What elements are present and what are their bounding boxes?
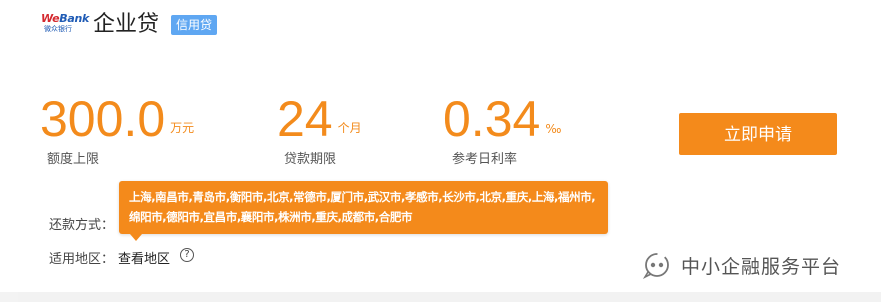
apply-now-button[interactable]: 立即申请 [679,113,837,155]
daily-rate-label: 参考日利率 [452,152,518,167]
product-card: WeBank 微众银行 企业贷 信用贷 300.0 万元 额度上限 24 个月 贷款… [0,0,881,292]
applicable-region-label: 适用地区： [49,252,115,267]
loan-term-unit: 个月 [337,121,362,135]
webank-logo: WeBank 微众银行 [41,12,89,37]
credit-limit-label: 额度上限 [47,152,100,167]
loan-term-label: 贷款期限 [284,152,337,167]
stat-credit-limit: 300.0 万元 额度上限 [40,92,194,167]
logo-brand-bank: Bank [59,12,90,25]
wechat-public-account-icon [642,253,669,279]
bottom-divider [18,292,881,302]
daily-rate-value: 0.34 [443,91,541,147]
watermark: 中小企融服务平台 [641,250,841,280]
regions-tooltip: 上海,南昌市,青岛市,衡阳市,北京,常德市,厦门市,武汉市,孝感市,长沙市,北京… [119,181,608,241]
question-icon[interactable]: ? [180,248,194,262]
watermark-text: 中小企融服务平台 [681,255,842,278]
credit-limit-value: 300.0 [40,91,166,147]
credit-limit-unit: 万元 [170,121,195,135]
stat-loan-term: 24 个月 贷款期限 [277,92,362,167]
logo-subtitle: 微众银行 [44,25,72,33]
regions-tooltip-text: 上海,南昌市,青岛市,衡阳市,北京,常德市,厦门市,武汉市,孝感市,长沙市,北京… [129,190,596,224]
product-title: 企业贷 [93,12,160,37]
logo-brand-we: We [41,12,60,25]
view-regions-link[interactable]: 查看地区 [118,248,170,267]
tooltip-arrow [130,234,142,241]
credit-loan-tag: 信用贷 [171,15,218,35]
repayment-method-label: 还款方式： [49,218,115,233]
stat-daily-rate: 0.34 ‰ 参考日利率 [443,92,561,167]
daily-rate-unit: ‰ [545,122,562,136]
loan-term-value: 24 [277,91,333,147]
